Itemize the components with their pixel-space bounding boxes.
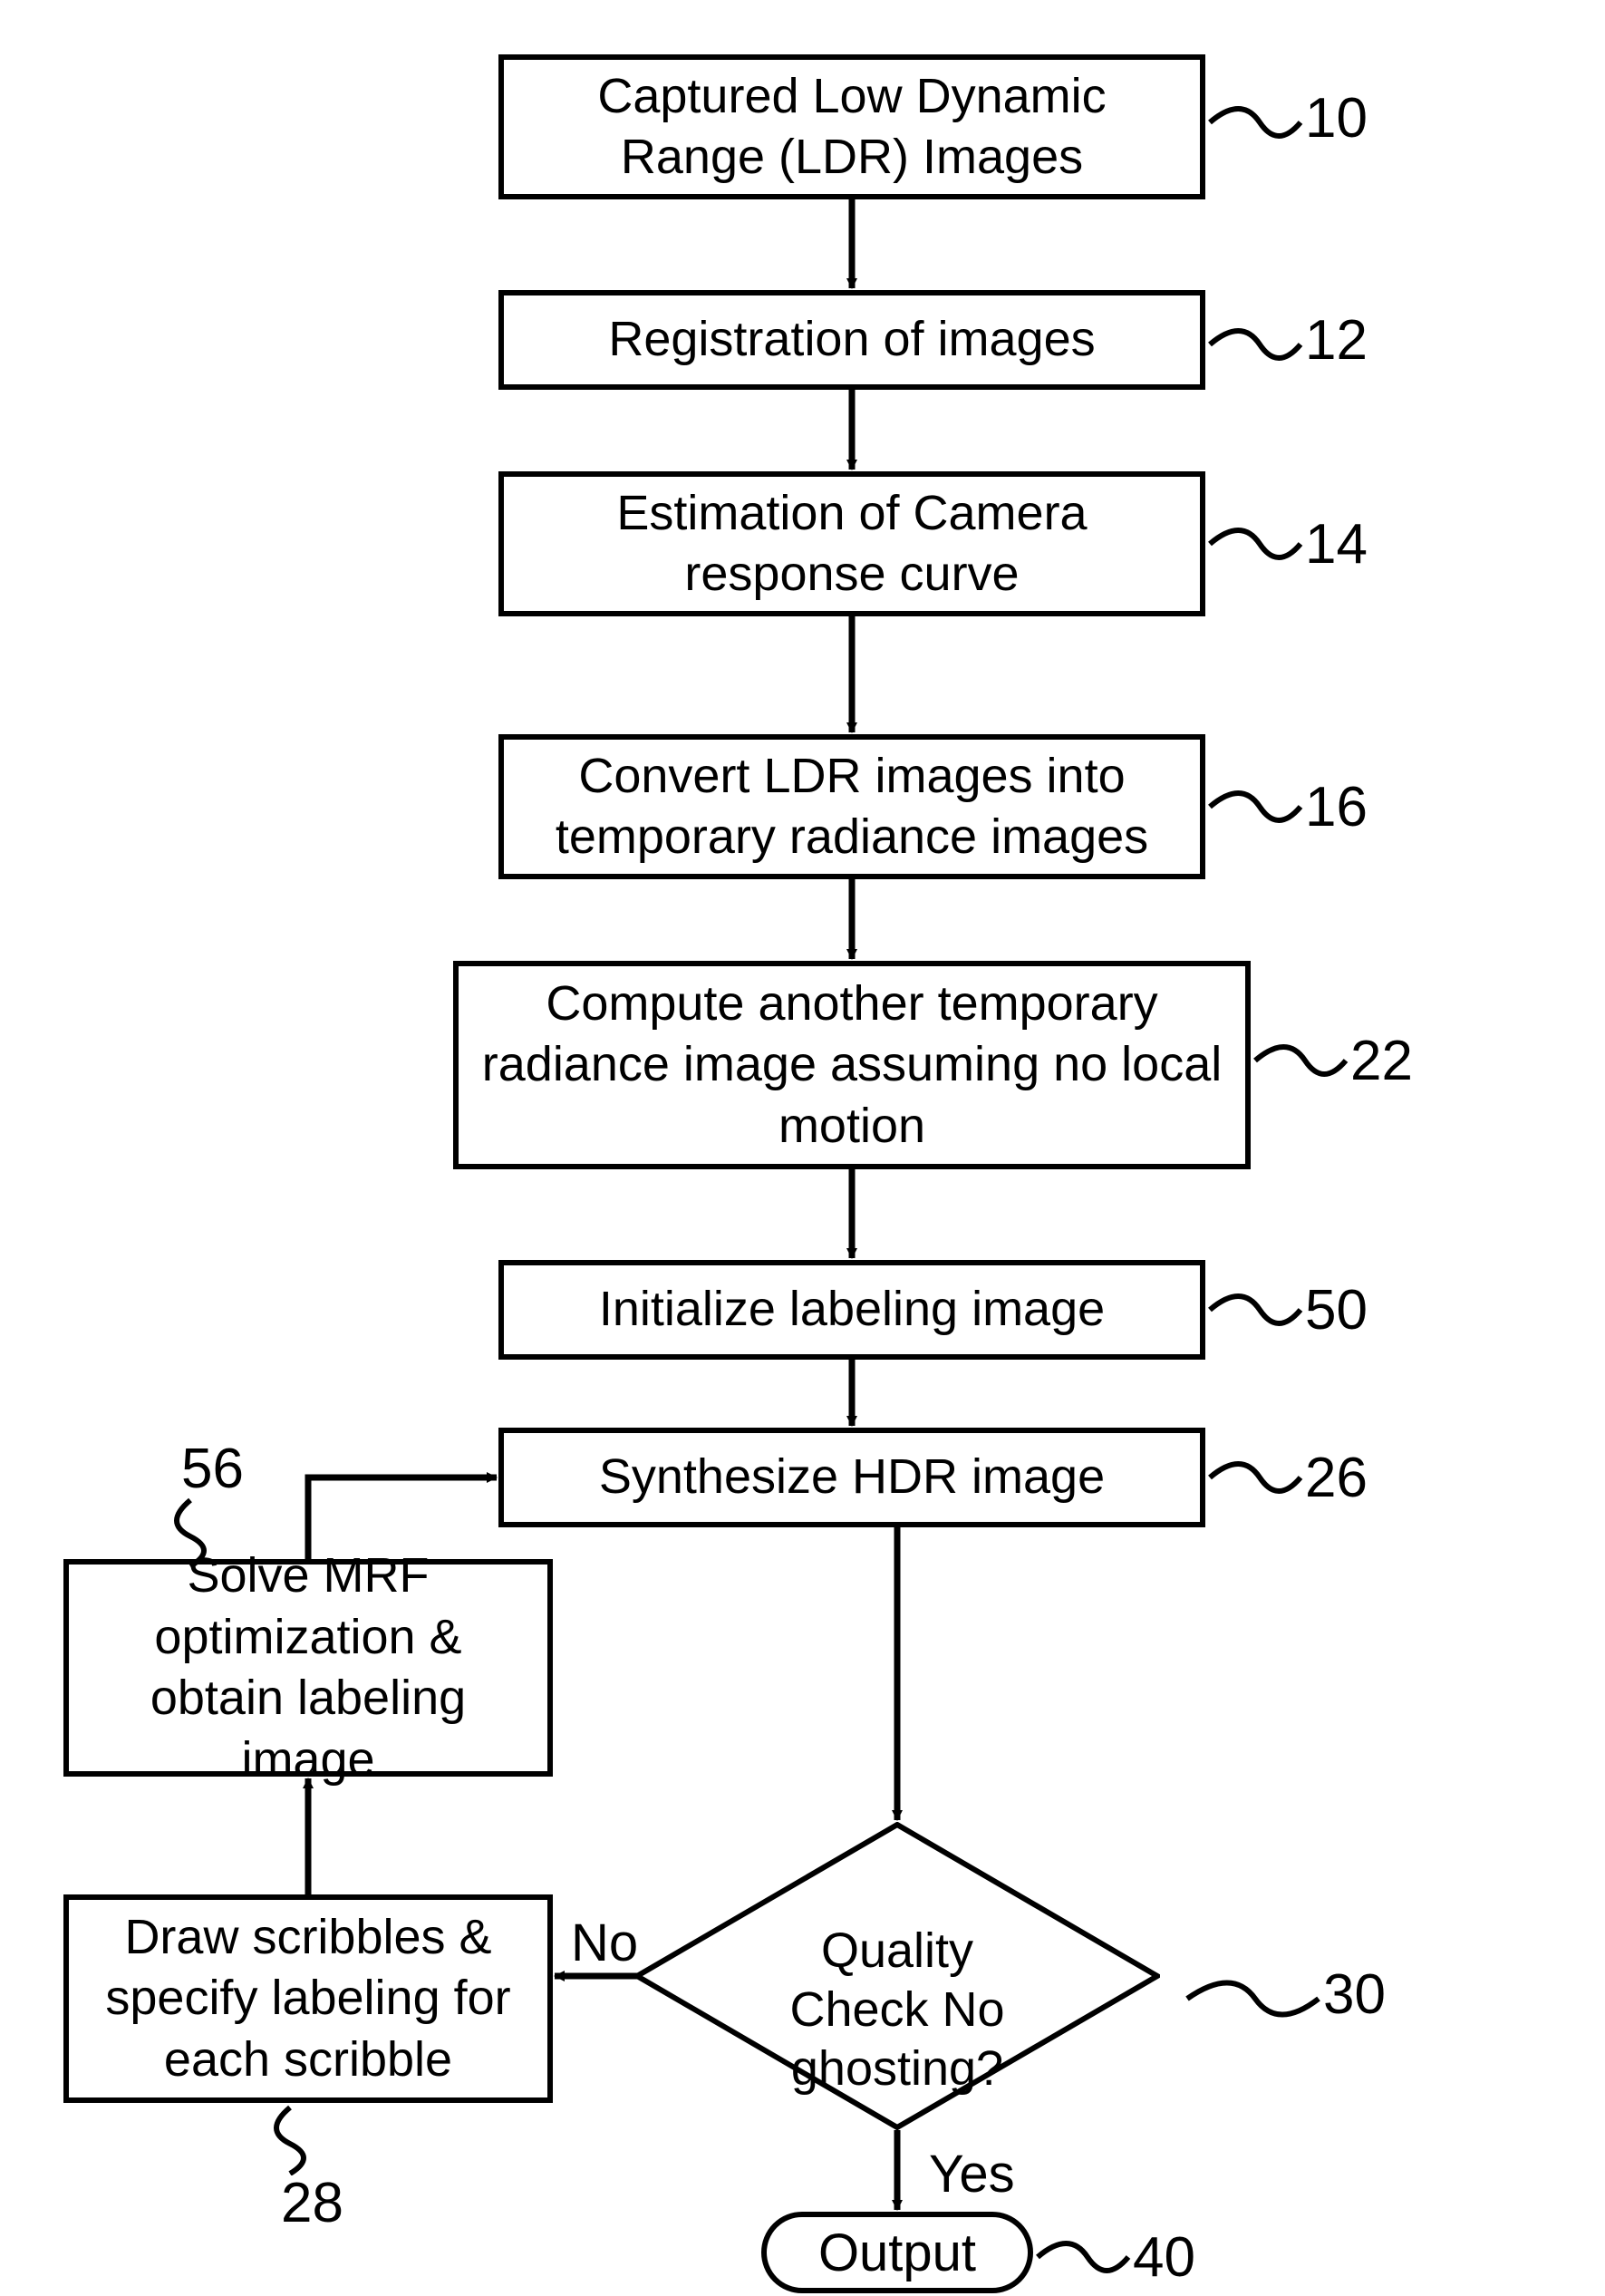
flowchart-canvas: Captured Low Dynamic Range (LDR) Images … <box>0 0 1605 2296</box>
arrows-layer <box>0 0 1605 2296</box>
